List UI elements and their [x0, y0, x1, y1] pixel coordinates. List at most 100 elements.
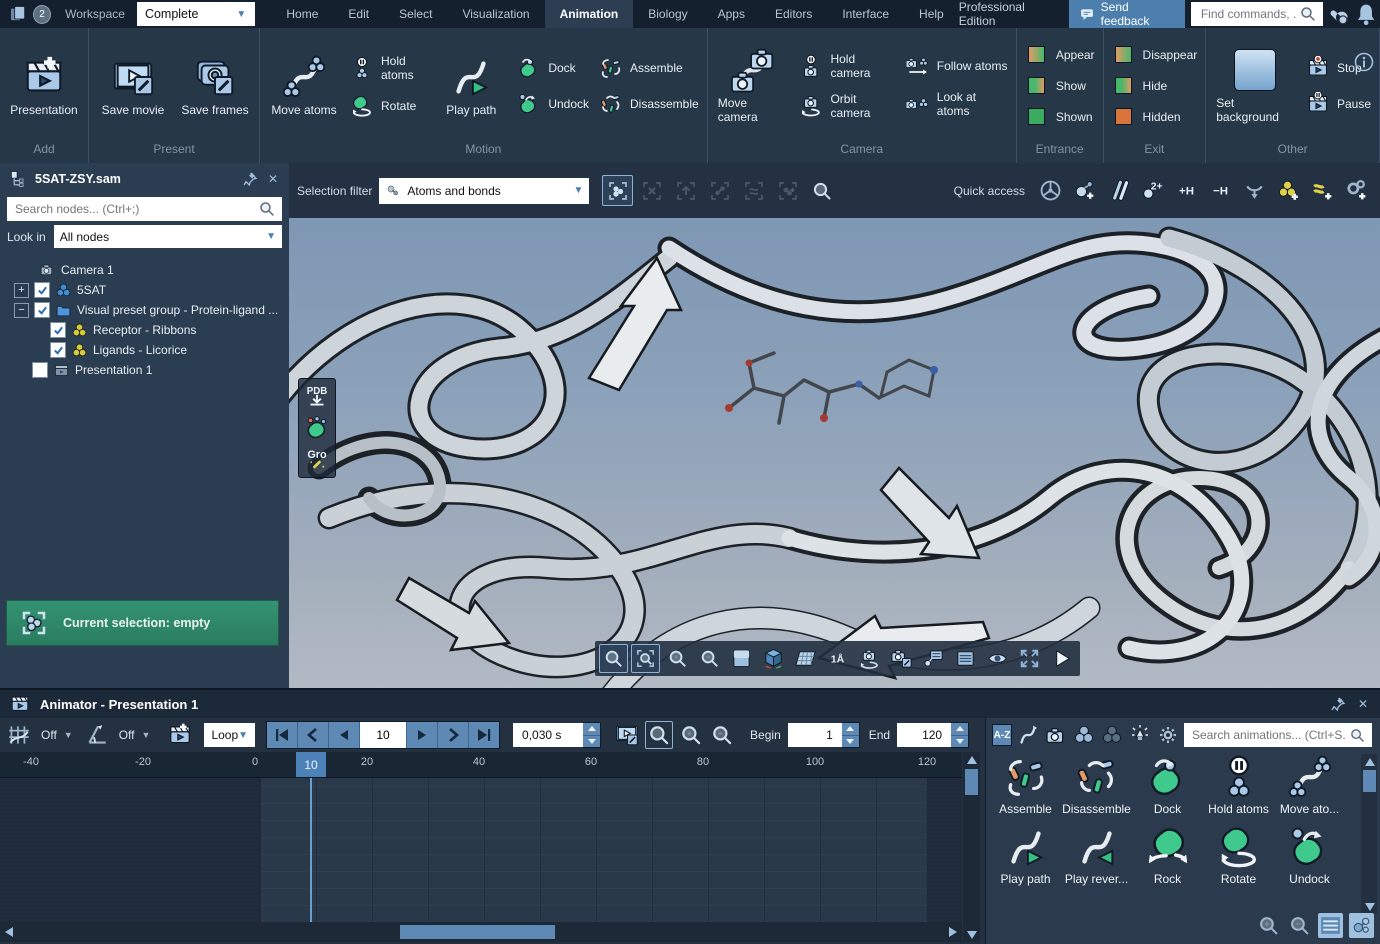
select-add-icon[interactable]: [772, 175, 803, 206]
gro-builder-icon[interactable]: Gro: [304, 446, 330, 472]
timeline-zoom-out-icon[interactable]: [709, 722, 735, 748]
scroll-up-icon[interactable]: [963, 752, 980, 767]
prev-frame-button[interactable]: [298, 722, 329, 748]
menu-edit[interactable]: Edit: [333, 0, 384, 28]
ribbon-set-background-button[interactable]: Set background: [1214, 45, 1296, 126]
ribbon-follow-atoms-button[interactable]: Follow atoms: [906, 54, 1008, 78]
timeline-vscrollbar[interactable]: [963, 752, 980, 942]
ribbon-pause-button[interactable]: Pause: [1306, 92, 1371, 116]
pin-icon[interactable]: [242, 171, 258, 187]
timeline-hscrollbar[interactable]: [0, 922, 962, 942]
selection-filter-select[interactable]: Atoms and bonds ▼: [379, 178, 589, 204]
play-backward-button[interactable]: [329, 722, 360, 748]
menu-biology[interactable]: Biology: [633, 0, 702, 28]
animation-preset-dock[interactable]: Dock: [1132, 754, 1203, 816]
add-hydrogens-icon[interactable]: +H: [1171, 175, 1202, 206]
preferences-wrench-icon[interactable]: [1323, 0, 1351, 28]
add-molecule-icon[interactable]: [1273, 175, 1304, 206]
ribbon-save-movie-button[interactable]: Save movie: [97, 52, 169, 119]
light-filter-icon[interactable]: [1128, 723, 1152, 747]
zoom-in-icon[interactable]: [663, 644, 692, 673]
camera-filter-icon[interactable]: [1044, 723, 1068, 747]
ribbon-appear-button[interactable]: Appear: [1025, 43, 1095, 67]
tree-node[interactable]: Receptor - Ribbons: [6, 320, 287, 340]
add-animation-icon[interactable]: [167, 722, 193, 748]
skip-start-button[interactable]: [267, 722, 298, 748]
menu-editors[interactable]: Editors: [760, 0, 827, 28]
scene-3d[interactable]: PDBGro 1Å: [289, 218, 1380, 688]
tree-node[interactable]: +5SAT: [6, 280, 287, 300]
scale-1a-icon[interactable]: 1Å: [823, 644, 852, 673]
menu-apps[interactable]: Apps: [703, 0, 760, 28]
menu-home[interactable]: Home: [271, 0, 333, 28]
animation-preset-hold-atoms[interactable]: Hold atoms: [1203, 754, 1274, 816]
tree-node[interactable]: Ligands - Licorice: [6, 340, 287, 360]
background-icon[interactable]: [727, 644, 756, 673]
angle-snap-icon[interactable]: [84, 722, 110, 748]
visibility-checkbox[interactable]: [34, 302, 50, 318]
orientation-cube-icon[interactable]: [759, 644, 788, 673]
grid-plane-icon[interactable]: [791, 644, 820, 673]
ribbon-dock-button[interactable]: Dock: [517, 56, 589, 80]
animation-preset-undock[interactable]: Undock: [1274, 824, 1345, 886]
scroll-thumb[interactable]: [1363, 770, 1376, 792]
playhead-frame-chip[interactable]: 10: [296, 752, 326, 777]
ribbon-hold-atoms-button[interactable]: Hold atoms: [350, 54, 425, 82]
add-surface-icon[interactable]: [1307, 175, 1338, 206]
scroll-left-icon[interactable]: [0, 922, 18, 942]
add-editor-icon[interactable]: [1341, 175, 1372, 206]
skip-end-button[interactable]: [469, 722, 499, 748]
ribbon-move-atoms-button[interactable]: Move atoms: [268, 52, 340, 119]
next-frame-button[interactable]: [438, 722, 469, 748]
timeline-zoom-window-icon[interactable]: [645, 721, 673, 749]
ribbon-hidden-button[interactable]: Hidden: [1112, 105, 1198, 129]
menu-interface[interactable]: Interface: [827, 0, 904, 28]
play-forward-button[interactable]: [407, 722, 438, 748]
begin-input[interactable]: [795, 727, 835, 743]
menu-animation[interactable]: Animation: [545, 0, 634, 28]
zoom-selection-icon[interactable]: [631, 644, 660, 673]
vscroll-thumb[interactable]: [965, 769, 978, 795]
current-frame-input[interactable]: [361, 727, 405, 743]
viewport[interactable]: PDBGro 1Å Selection filter Atoms and bon…: [289, 163, 1380, 688]
menu-help[interactable]: Help: [904, 0, 959, 28]
search-animations-box[interactable]: [1184, 723, 1372, 747]
ribbon-assemble-button[interactable]: Assemble: [599, 56, 699, 80]
frame-duration-field[interactable]: [513, 723, 583, 747]
minimize-icon[interactable]: [1239, 175, 1270, 206]
end-field[interactable]: [897, 723, 951, 747]
tree-expander[interactable]: −: [14, 303, 29, 318]
thumbnail-view-icon[interactable]: [1349, 913, 1374, 938]
ribbon-look-at-atoms-button[interactable]: Look at atoms: [906, 90, 1008, 118]
app-icon[interactable]: [7, 4, 29, 24]
path-filter-icon[interactable]: [1016, 723, 1040, 747]
chevron-down-icon[interactable]: ▼: [142, 730, 151, 740]
ribbon-hide-button[interactable]: Hide: [1112, 74, 1198, 98]
animation-preset-assemble[interactable]: Assemble: [990, 754, 1061, 816]
play-icon[interactable]: [1047, 644, 1076, 673]
zoom-window-icon[interactable]: [599, 644, 628, 673]
animation-preset-rock[interactable]: Rock: [1132, 824, 1203, 886]
scroll-down-icon[interactable]: [963, 927, 980, 942]
search-nodes-box[interactable]: [7, 197, 282, 221]
frame-duration-input[interactable]: [520, 727, 576, 743]
deselect-icon[interactable]: [636, 175, 667, 206]
find-node-icon[interactable]: [806, 175, 837, 206]
add-atoms-icon[interactable]: [1069, 175, 1100, 206]
ribbon-save-frames-button[interactable]: Save frames: [179, 52, 251, 119]
search-nodes-input[interactable]: [13, 201, 258, 217]
ribbon-move-camera-button[interactable]: Move camera: [716, 45, 790, 126]
end-stepper[interactable]: [951, 722, 969, 748]
list-view-icon[interactable]: [1318, 913, 1343, 938]
animation-preset-rotate[interactable]: Rotate: [1203, 824, 1274, 886]
sort-az-button[interactable]: A-Z: [992, 724, 1012, 746]
scroll-up-icon[interactable]: [1361, 754, 1378, 769]
ribbon-disassemble-button[interactable]: Disassemble: [599, 92, 699, 116]
gear-icon[interactable]: [1156, 723, 1180, 747]
select-connected-icon[interactable]: [704, 175, 735, 206]
search-animations-input[interactable]: [1190, 727, 1349, 743]
ribbon-shown-button[interactable]: Shown: [1025, 105, 1095, 129]
zoom-out-icon[interactable]: [695, 644, 724, 673]
change-bond-icon[interactable]: [1103, 175, 1134, 206]
send-feedback-button[interactable]: Send feedback: [1069, 0, 1185, 28]
